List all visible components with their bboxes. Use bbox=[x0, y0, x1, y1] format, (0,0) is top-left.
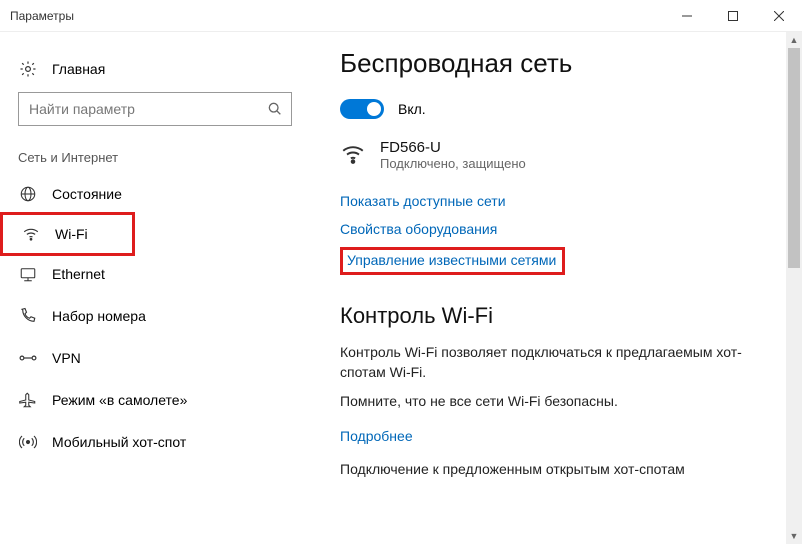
toggle-label: Вкл. bbox=[398, 101, 426, 117]
link-manage-known[interactable]: Управление известными сетями bbox=[347, 252, 556, 268]
sidebar-item-label: Режим «в самолете» bbox=[52, 392, 187, 408]
sidebar-item-label: Состояние bbox=[52, 186, 122, 202]
sidebar-item-label: Набор номера bbox=[52, 308, 146, 324]
vpn-icon bbox=[18, 350, 38, 366]
sidebar-item-wifi[interactable]: Wi-Fi bbox=[0, 212, 135, 256]
search-wrap bbox=[0, 86, 310, 140]
sidebar-item-label: Wi-Fi bbox=[55, 226, 88, 242]
connect-suggested-label: Подключение к предложенным открытым хот-… bbox=[340, 460, 776, 480]
home-label: Главная bbox=[52, 61, 105, 77]
network-status: Подключено, защищено bbox=[380, 156, 526, 171]
link-hardware-props[interactable]: Свойства оборудования bbox=[340, 215, 776, 243]
content: Главная Сеть и Интернет Состояние bbox=[0, 32, 802, 544]
page-title: Беспроводная сеть bbox=[340, 48, 776, 79]
hotspot-icon bbox=[18, 433, 38, 451]
wifi-toggle[interactable] bbox=[340, 99, 384, 119]
search-icon bbox=[267, 101, 283, 117]
window-title: Параметры bbox=[10, 9, 664, 23]
maximize-button[interactable] bbox=[710, 0, 756, 32]
airplane-icon bbox=[18, 391, 38, 409]
minimize-button[interactable] bbox=[664, 0, 710, 32]
sidebar-item-ethernet[interactable]: Ethernet bbox=[0, 253, 310, 295]
scroll-thumb[interactable] bbox=[788, 48, 800, 268]
window-controls bbox=[664, 0, 802, 32]
scroll-down-icon[interactable]: ▼ bbox=[786, 528, 802, 544]
wifi-control-title: Контроль Wi-Fi bbox=[340, 303, 776, 329]
sidebar-item-status[interactable]: Состояние bbox=[0, 173, 310, 215]
titlebar: Параметры bbox=[0, 0, 802, 32]
ethernet-icon bbox=[18, 265, 38, 283]
home-row[interactable]: Главная bbox=[0, 52, 310, 86]
sidebar-item-label: VPN bbox=[52, 350, 81, 366]
search-input[interactable] bbox=[29, 101, 257, 117]
sidebar-item-vpn[interactable]: VPN bbox=[0, 337, 310, 379]
sidebar: Главная Сеть и Интернет Состояние bbox=[0, 32, 310, 544]
link-show-networks[interactable]: Показать доступные сети bbox=[340, 187, 776, 215]
sidebar-item-dialup[interactable]: Набор номера bbox=[0, 295, 310, 337]
wifi-icon bbox=[21, 225, 41, 243]
main: Беспроводная сеть Вкл. FD566-U Подключен… bbox=[310, 32, 802, 544]
wifi-toggle-row: Вкл. bbox=[340, 99, 776, 119]
network-name: FD566-U bbox=[380, 139, 526, 156]
current-network[interactable]: FD566-U Подключено, защищено bbox=[340, 139, 776, 171]
sidebar-item-airplane[interactable]: Режим «в самолете» bbox=[0, 379, 310, 421]
scroll-up-icon[interactable]: ▲ bbox=[786, 32, 802, 48]
highlight-manage-known: Управление известными сетями bbox=[340, 247, 565, 275]
gear-icon bbox=[18, 60, 38, 78]
phone-icon bbox=[18, 307, 38, 325]
close-button[interactable] bbox=[756, 0, 802, 32]
wifi-control-desc: Контроль Wi-Fi позволяет подключаться к … bbox=[340, 343, 776, 382]
link-more[interactable]: Подробнее bbox=[340, 422, 776, 450]
wifi-signal-icon bbox=[340, 141, 366, 167]
sidebar-item-hotspot[interactable]: Мобильный хот-спот bbox=[0, 421, 310, 463]
sidebar-item-label: Мобильный хот-спот bbox=[52, 434, 186, 450]
sidebar-item-label: Ethernet bbox=[52, 266, 105, 282]
group-label: Сеть и Интернет bbox=[0, 140, 310, 173]
wifi-control-note: Помните, что не все сети Wi-Fi безопасны… bbox=[340, 392, 776, 412]
globe-icon bbox=[18, 185, 38, 203]
scrollbar[interactable]: ▲ ▼ bbox=[786, 32, 802, 544]
search-box[interactable] bbox=[18, 92, 292, 126]
